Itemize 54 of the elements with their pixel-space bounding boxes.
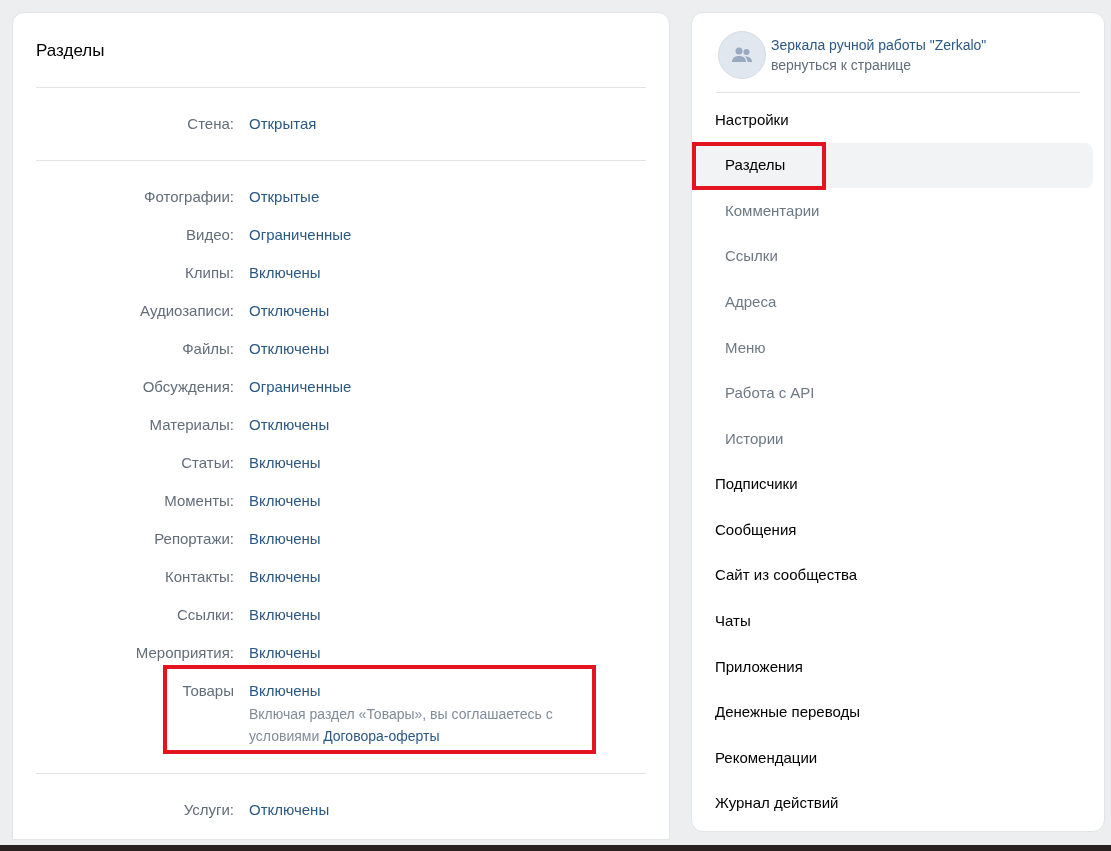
- nav-item[interactable]: Подписчики: [697, 461, 1093, 508]
- nav-item[interactable]: Меню: [697, 324, 1093, 371]
- setting-label: Аудиозаписи:: [139, 301, 234, 321]
- nav-item[interactable]: Разделы: [697, 142, 1093, 189]
- nav-item[interactable]: Работа с API: [697, 370, 1093, 417]
- setting-label: Видео:: [185, 225, 234, 245]
- setting-value[interactable]: Включены: [249, 567, 321, 587]
- setting-label: Файлы:: [181, 339, 234, 359]
- setting-label: Услуги:: [182, 800, 234, 820]
- nav-item[interactable]: Журнал действий: [697, 780, 1093, 827]
- setting-value[interactable]: Открытые: [249, 187, 320, 207]
- nav-item[interactable]: Рекомендации: [697, 735, 1093, 781]
- setting-value[interactable]: Открытая: [249, 114, 317, 134]
- setting-label: Материалы:: [148, 415, 234, 435]
- back-link[interactable]: вернуться к странице: [771, 55, 987, 75]
- offer-link[interactable]: Договора-оферты: [323, 728, 440, 744]
- setting-value[interactable]: Включены: [249, 643, 321, 663]
- setting-value[interactable]: Включены: [249, 491, 321, 511]
- setting-label: Статьи:: [180, 453, 234, 473]
- setting-label: Обсуждения:: [141, 377, 234, 397]
- setting-label: Моменты:: [163, 491, 234, 511]
- nav-item[interactable]: Адреса: [697, 279, 1093, 325]
- setting-value[interactable]: Ограниченные: [249, 377, 352, 397]
- setting-value[interactable]: Включены: [249, 605, 321, 625]
- panel-title: Разделы: [36, 39, 106, 62]
- nav-item[interactable]: Сайт из сообщества: [697, 552, 1093, 599]
- nav-item[interactable]: Приложения: [697, 644, 1093, 690]
- nav-item[interactable]: Комментарии: [697, 188, 1093, 234]
- setting-label: Товары: [181, 681, 234, 701]
- nav-item[interactable]: Чаты: [697, 598, 1093, 645]
- nav-item[interactable]: Ссылки: [697, 233, 1093, 280]
- setting-label: Мероприятия:: [134, 643, 234, 663]
- nav-item[interactable]: Настройки: [697, 97, 1093, 143]
- setting-label: Ссылки:: [176, 605, 234, 625]
- setting-label: Репортажи:: [153, 529, 234, 549]
- terms-note: Включая раздел «Товары», вы соглашаетесь с условиями Договора-оферты: [249, 705, 554, 746]
- nav-item[interactable]: Истории: [697, 416, 1093, 462]
- setting-label: Контакты:: [164, 567, 234, 587]
- community-name[interactable]: Зеркала ручной работы "Zerkalo": [771, 35, 987, 55]
- setting-value[interactable]: Включены: [249, 453, 321, 473]
- setting-value[interactable]: Ограниченные: [249, 225, 352, 245]
- group-avatar-icon: [718, 31, 766, 79]
- setting-label: Стена:: [186, 114, 234, 134]
- setting-label: Клипы:: [184, 263, 234, 283]
- setting-value[interactable]: Отключены: [249, 415, 330, 435]
- setting-value[interactable]: Включены: [249, 263, 321, 283]
- setting-value[interactable]: Включены: [249, 529, 321, 549]
- setting-label: Фотографии:: [143, 187, 234, 207]
- setting-value[interactable]: Отключены: [249, 301, 330, 321]
- setting-value[interactable]: Отключены: [249, 339, 330, 359]
- setting-value[interactable]: Отключены: [249, 800, 330, 820]
- nav-item[interactable]: Сообщения: [697, 507, 1093, 553]
- nav-item[interactable]: Денежные переводы: [697, 689, 1093, 736]
- setting-value[interactable]: Включены: [249, 681, 559, 701]
